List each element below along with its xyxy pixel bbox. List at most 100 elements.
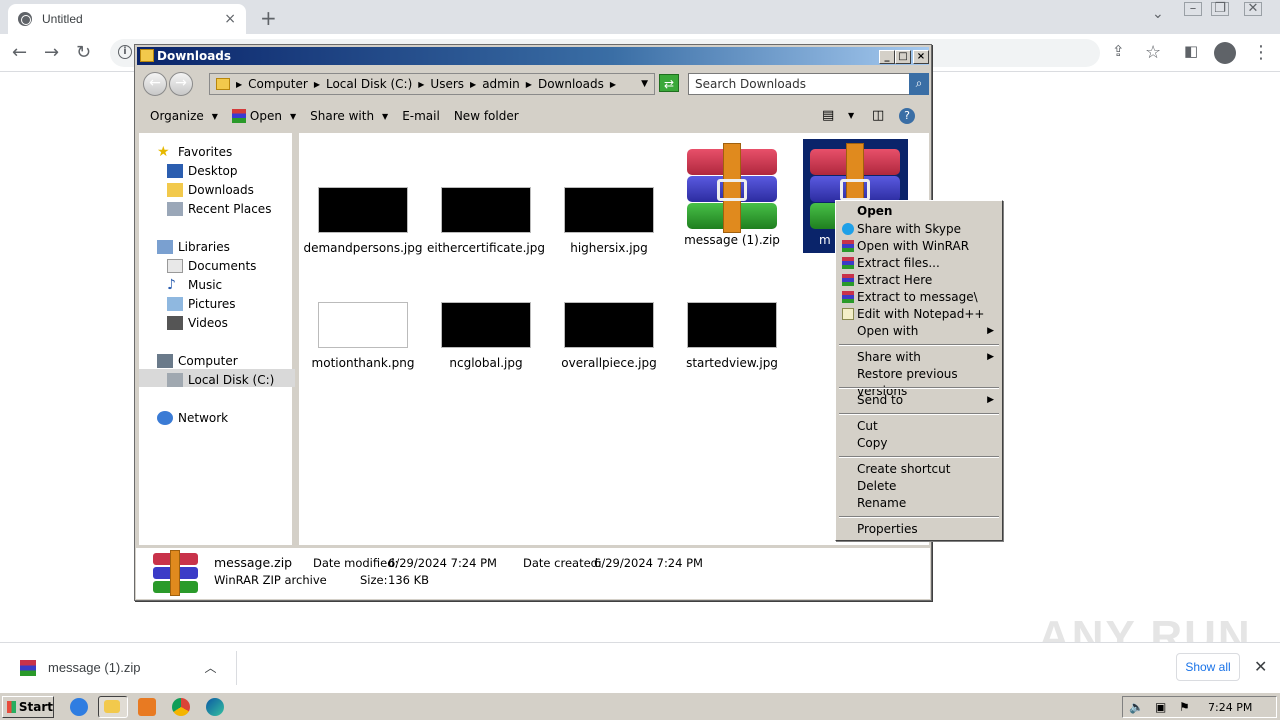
preview-pane-icon[interactable]: ◫ xyxy=(872,108,884,123)
menu-item-open-winrar[interactable]: Open with WinRAR xyxy=(838,238,1000,255)
nav-desktop[interactable]: Desktop xyxy=(167,162,238,180)
file-item[interactable]: eithercertificate.jpg xyxy=(424,187,548,255)
breadcrumb-item[interactable]: Computer xyxy=(248,77,308,91)
close-icon[interactable]: ✕ xyxy=(1254,657,1267,676)
menu-item-share-skype[interactable]: Share with Skype xyxy=(838,221,1000,238)
file-item[interactable]: highersix.jpg xyxy=(547,187,671,255)
recent-places-icon xyxy=(167,202,183,216)
drive-icon xyxy=(167,373,183,387)
chevron-up-icon[interactable]: ︿ xyxy=(204,659,216,676)
help-icon[interactable]: ? xyxy=(899,108,915,124)
share-with-button[interactable]: Share with ▼ xyxy=(310,109,388,123)
info-icon[interactable]: i xyxy=(118,45,132,59)
show-all-button[interactable]: Show all xyxy=(1176,653,1240,681)
file-item[interactable]: startedview.jpg xyxy=(670,302,794,370)
menu-item-open-with[interactable]: Open with ▶ xyxy=(838,323,1000,340)
explorer-minimize-button[interactable]: _ xyxy=(879,50,895,64)
file-item[interactable]: motionthank.png xyxy=(301,302,425,370)
file-item[interactable]: message (1).zip xyxy=(670,143,794,247)
email-button[interactable]: E-mail xyxy=(402,109,440,123)
organize-button[interactable]: Organize ▼ xyxy=(150,109,218,123)
system-tray: 🔈 ▣ ⚑ xyxy=(1122,696,1277,718)
restore-button[interactable]: ❐ xyxy=(1211,2,1229,16)
explorer-back-button[interactable]: ← xyxy=(143,72,167,96)
nav-pictures[interactable]: Pictures xyxy=(167,295,236,313)
menu-item-properties[interactable]: Properties xyxy=(838,521,1000,538)
menu-item-delete[interactable]: Delete xyxy=(838,478,1000,495)
internet-explorer-icon[interactable] xyxy=(70,698,88,716)
volume-icon[interactable]: 🔈 xyxy=(1129,700,1144,714)
refresh-icon[interactable]: ⇄ xyxy=(659,74,679,92)
tab-search-chevron-icon[interactable]: ⌄ xyxy=(1152,6,1164,22)
media-player-icon[interactable] xyxy=(138,698,156,716)
image-thumbnail xyxy=(441,187,531,233)
nav-favorites[interactable]: ★ Favorites xyxy=(157,143,232,161)
back-icon[interactable]: ← xyxy=(12,42,27,63)
menu-dots-icon[interactable]: ⋮ xyxy=(1252,42,1270,63)
menu-item-open[interactable]: Open xyxy=(838,203,1000,220)
view-options-icon[interactable]: ▤ xyxy=(822,108,834,123)
nav-computer[interactable]: Computer xyxy=(157,352,238,370)
nav-recent-places[interactable]: Recent Places xyxy=(167,200,271,218)
menu-item-restore-versions[interactable]: Restore previous versions xyxy=(838,366,1000,398)
edge-icon[interactable] xyxy=(206,698,224,716)
menu-item-share-with[interactable]: Share with ▶ xyxy=(838,349,1000,366)
menu-item-send-to[interactable]: Send to ▶ xyxy=(838,392,1000,409)
explorer-window: Downloads _ □ × ← → ▶ Computer ▶ Local D… xyxy=(134,44,932,601)
tab-close-button[interactable]: × xyxy=(224,11,236,27)
explorer-maximize-button[interactable]: □ xyxy=(895,50,911,64)
minimize-button[interactable]: – xyxy=(1184,2,1202,16)
context-menu: Open Share with Skype Open with WinRAR E… xyxy=(835,200,1003,541)
explorer-forward-button[interactable]: → xyxy=(169,72,193,96)
nav-videos[interactable]: Videos xyxy=(167,314,228,332)
globe-icon xyxy=(18,12,32,26)
browser-tab[interactable]: Untitled × xyxy=(8,4,246,34)
menu-item-rename[interactable]: Rename xyxy=(838,495,1000,512)
search-input[interactable]: Search Downloads xyxy=(688,73,910,95)
nav-local-disk[interactable]: Local Disk (C:) xyxy=(167,371,274,389)
new-tab-button[interactable]: + xyxy=(260,6,277,30)
bookmark-star-icon[interactable]: ☆ xyxy=(1145,42,1161,63)
network-tray-icon[interactable]: ▣ xyxy=(1155,700,1166,714)
search-icon[interactable]: ⌕ xyxy=(909,73,929,95)
reload-icon[interactable]: ↻ xyxy=(76,42,91,63)
close-window-button[interactable]: ✕ xyxy=(1244,2,1262,16)
file-item[interactable]: ncglobal.jpg xyxy=(424,302,548,370)
download-item[interactable]: message (1).zip ︿ xyxy=(20,659,217,676)
menu-item-extract-files[interactable]: Extract files... xyxy=(838,255,1000,272)
side-panel-icon[interactable]: ◧ xyxy=(1184,42,1198,60)
nav-network[interactable]: Network xyxy=(157,409,228,427)
flag-tray-icon[interactable]: ⚑ xyxy=(1179,700,1190,714)
menu-item-create-shortcut[interactable]: Create shortcut xyxy=(838,461,1000,478)
download-filename: message (1).zip xyxy=(48,660,141,675)
new-folder-button[interactable]: New folder xyxy=(454,109,519,123)
clock: 7:24 PM xyxy=(1208,701,1253,714)
breadcrumb-item[interactable]: Local Disk (C:) xyxy=(326,77,412,91)
breadcrumb-item[interactable]: Downloads xyxy=(538,77,604,91)
menu-item-copy[interactable]: Copy xyxy=(838,435,1000,452)
breadcrumb-item[interactable]: admin xyxy=(482,77,520,91)
file-item[interactable]: demandpersons.jpg xyxy=(301,187,425,255)
breadcrumb[interactable]: ▶ Computer ▶ Local Disk (C:) ▶ Users ▶ a… xyxy=(209,73,655,95)
menu-item-extract-here[interactable]: Extract Here xyxy=(838,272,1000,289)
share-icon[interactable]: ⇪ xyxy=(1112,42,1125,60)
menu-item-extract-to[interactable]: Extract to message\ xyxy=(838,289,1000,306)
file-item[interactable]: overallpiece.jpg xyxy=(547,302,671,370)
nav-documents[interactable]: Documents xyxy=(167,257,256,275)
breadcrumb-item[interactable]: Users xyxy=(430,77,464,91)
profile-avatar[interactable] xyxy=(1214,42,1236,64)
nav-libraries[interactable]: Libraries xyxy=(157,238,230,256)
nav-downloads[interactable]: Downloads xyxy=(167,181,254,199)
command-bar: Organize ▼ Open ▼ Share with ▼ E-mail New f… xyxy=(136,101,930,131)
view-dropdown-icon[interactable]: ▼ xyxy=(848,111,854,120)
open-button[interactable]: Open ▼ xyxy=(231,109,296,123)
chrome-icon[interactable] xyxy=(172,698,190,716)
menu-item-cut[interactable]: Cut xyxy=(838,418,1000,435)
explorer-close-button[interactable]: × xyxy=(913,50,929,64)
address-dropdown-icon[interactable]: ▼ xyxy=(641,79,648,89)
downloads-folder-icon xyxy=(167,183,183,197)
menu-item-edit-notepad[interactable]: Edit with Notepad++ xyxy=(838,306,1000,323)
forward-icon[interactable]: → xyxy=(44,42,59,63)
start-button[interactable]: Start xyxy=(2,696,54,718)
nav-music[interactable]: ♪ Music xyxy=(167,276,222,294)
